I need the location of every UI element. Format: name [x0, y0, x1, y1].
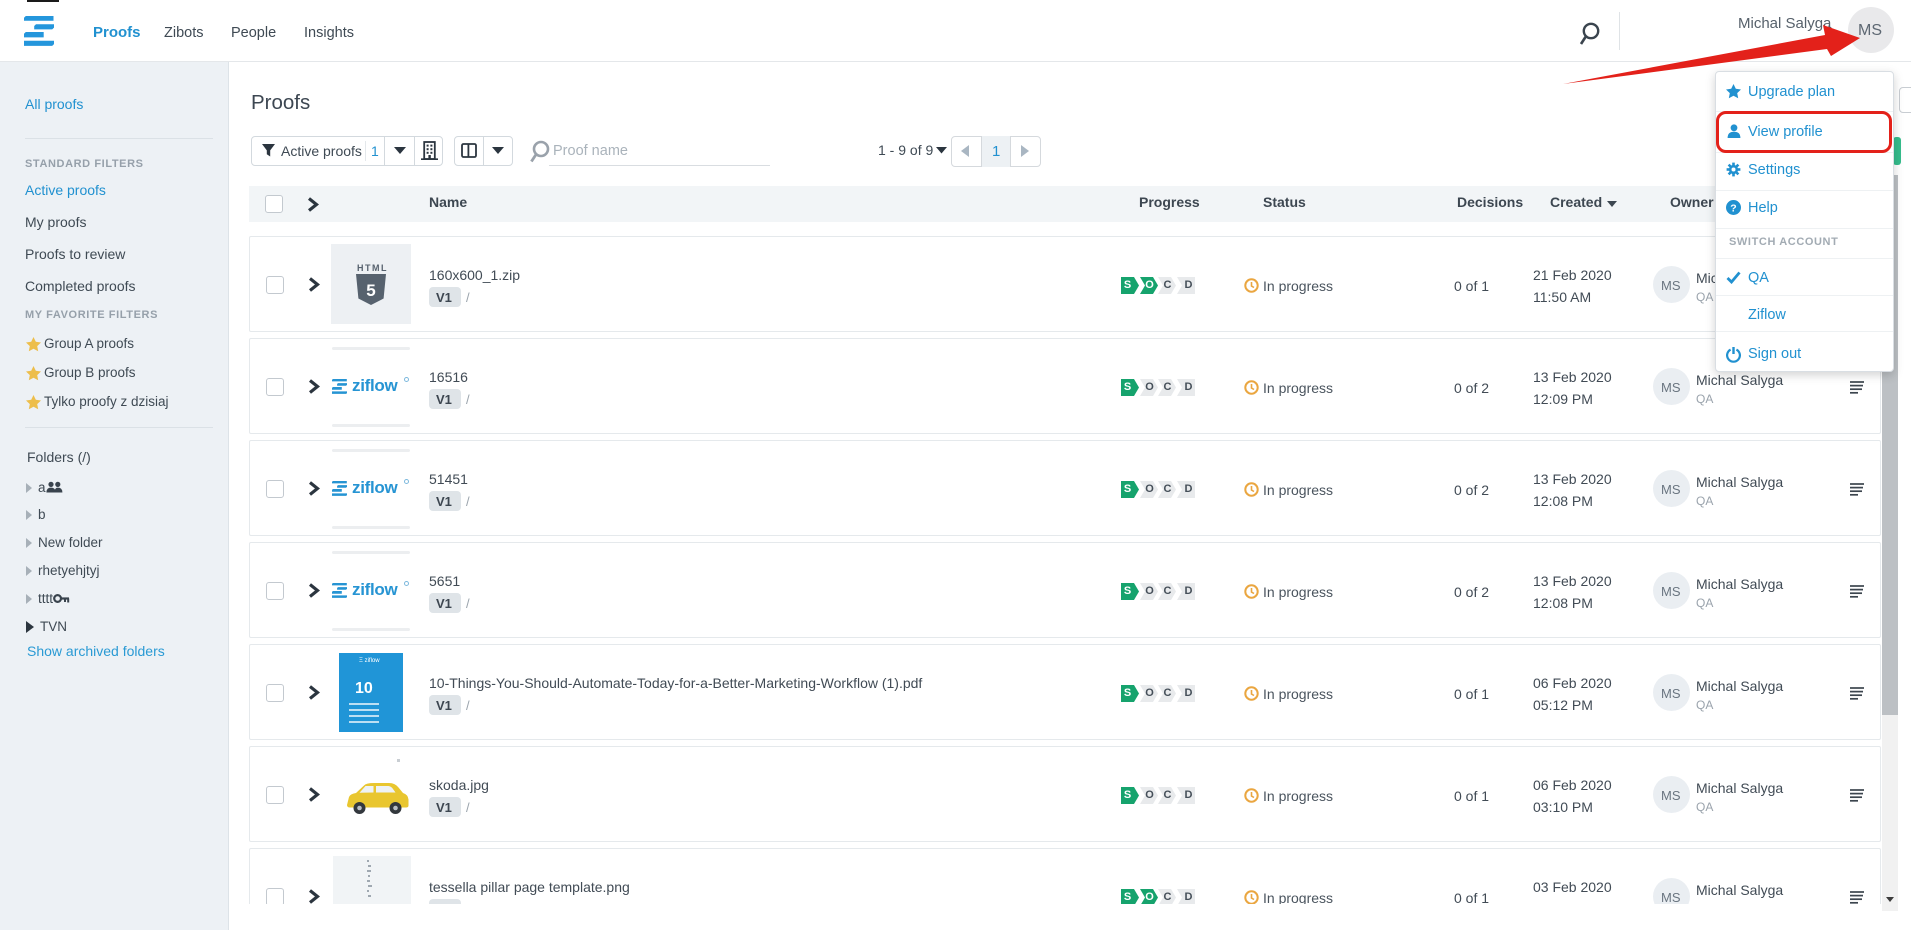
svg-text:5: 5 — [366, 281, 375, 300]
svg-text:?: ? — [1730, 202, 1736, 214]
